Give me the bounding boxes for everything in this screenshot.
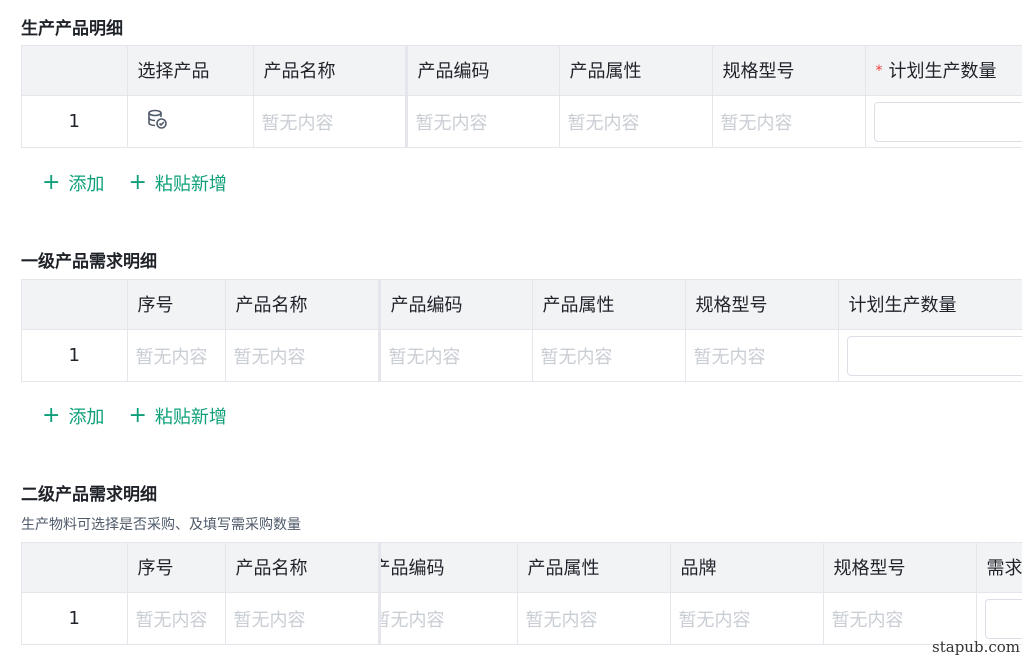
table-row: 1 暂无内容 暂无内容 暂无内容 暂无内容 暂无内容 暂无内容 [22, 592, 1022, 644]
paste-add-label: 粘贴新增 [154, 174, 227, 195]
header-product-name: 产品名称 [225, 280, 381, 330]
paste-add-button[interactable]: + 粘贴新增 [128, 403, 226, 429]
product-attr-cell: 暂无内容 [517, 592, 671, 644]
row-index: 1 [22, 592, 128, 644]
header-seq: 序号 [127, 543, 226, 593]
table-row: 1 暂无内容 暂无内容 暂无内容 暂无内容 暂无内容 [22, 329, 1022, 381]
header-product-code: 产品编码 [379, 280, 533, 330]
level1-actions: + 添加 + 粘贴新增 [42, 403, 227, 429]
header-product-name: 产品名称 [225, 543, 381, 593]
header-planned-qty-label: 计划生产数量 [888, 61, 997, 83]
table-row: 1 暂无内容 暂无内容 暂无内容 暂无内容 [22, 95, 1022, 147]
product-code-cell: 暂无内容 [406, 95, 560, 147]
header-product-code: 产品编码 [406, 46, 560, 96]
header-index [22, 46, 128, 96]
row-index: 1 [22, 95, 128, 147]
header-spec-model: 规格型号 [712, 46, 866, 96]
table-header-row: 序号 产品名称 产品编码 产品属性 规格型号 计划生产数量 [22, 280, 1022, 330]
header-index [22, 543, 128, 593]
plus-icon: + [42, 403, 61, 428]
database-check-icon[interactable] [146, 108, 168, 135]
seq-cell: 暂无内容 [127, 329, 226, 381]
planned-qty-input[interactable] [873, 101, 1022, 142]
table-header-row: 选择产品 产品名称 产品编码 产品属性 规格型号 * 计划生产数量 [22, 46, 1022, 96]
header-index [22, 280, 128, 330]
product-name-cell: 暂无内容 [225, 592, 381, 644]
level1-table: 序号 产品名称 产品编码 产品属性 规格型号 计划生产数量 1 暂无内容 暂无内… [21, 279, 1022, 382]
demand-input[interactable] [984, 598, 1022, 639]
add-button[interactable]: + 添加 [42, 403, 104, 429]
planned-qty-input[interactable] [846, 335, 1022, 376]
paste-add-label: 粘贴新增 [154, 407, 227, 428]
paste-add-button[interactable]: + 粘贴新增 [128, 170, 226, 196]
required-mark: * [875, 63, 883, 80]
header-brand: 品牌 [670, 543, 824, 593]
product-code-cell: 暂无内容 [379, 329, 533, 381]
section-title-level2: 二级产品需求明细 [21, 485, 157, 505]
brand-cell: 暂无内容 [670, 592, 824, 644]
product-attr-cell: 暂无内容 [559, 95, 713, 147]
watermark: stapub.com [932, 638, 1020, 656]
product-attr-cell: 暂无内容 [532, 329, 686, 381]
header-spec-model: 规格型号 [823, 543, 977, 593]
product-code-cell: 暂无内容 [379, 592, 518, 644]
header-product-attr: 产品属性 [517, 543, 671, 593]
planned-qty-cell [838, 329, 1022, 381]
header-seq: 序号 [127, 280, 226, 330]
plus-icon: + [128, 170, 147, 195]
production-table: 选择产品 产品名称 产品编码 产品属性 规格型号 * 计划生产数量 1 暂无内容… [21, 45, 1022, 148]
plus-icon: + [128, 403, 147, 428]
header-product-attr: 产品属性 [559, 46, 713, 96]
add-label: 添加 [68, 407, 105, 428]
header-select-product: 选择产品 [127, 46, 254, 96]
header-planned-qty: 计划生产数量 [838, 280, 1022, 330]
level2-table: 序号 产品名称 产品编码 产品属性 品牌 规格型号 需求 1 暂无内容 暂无内容… [21, 542, 1022, 645]
add-button[interactable]: + 添加 [42, 170, 104, 196]
header-planned-qty: * 计划生产数量 [865, 46, 1022, 96]
header-demand: 需求 [976, 543, 1022, 593]
plus-icon: + [42, 170, 61, 195]
section-title-production: 生产产品明细 [21, 19, 123, 39]
planned-qty-cell [865, 95, 1022, 147]
row-index: 1 [22, 329, 128, 381]
header-product-attr: 产品属性 [532, 280, 686, 330]
spec-model-cell: 暂无内容 [685, 329, 839, 381]
header-spec-model: 规格型号 [685, 280, 839, 330]
seq-cell: 暂无内容 [127, 592, 226, 644]
section-description: 生产物料可选择是否采购、及填写需采购数量 [21, 517, 301, 533]
product-name-cell: 暂无内容 [253, 95, 408, 147]
table-header-row: 序号 产品名称 产品编码 产品属性 品牌 规格型号 需求 [22, 543, 1022, 593]
product-name-cell: 暂无内容 [225, 329, 381, 381]
production-actions: + 添加 + 粘贴新增 [42, 170, 227, 196]
section-title-level1: 一级产品需求明细 [21, 252, 157, 272]
add-label: 添加 [68, 174, 105, 195]
header-product-name: 产品名称 [253, 46, 408, 96]
select-product-cell [127, 95, 254, 147]
spec-model-cell: 暂无内容 [712, 95, 866, 147]
header-product-code: 产品编码 [379, 543, 518, 593]
